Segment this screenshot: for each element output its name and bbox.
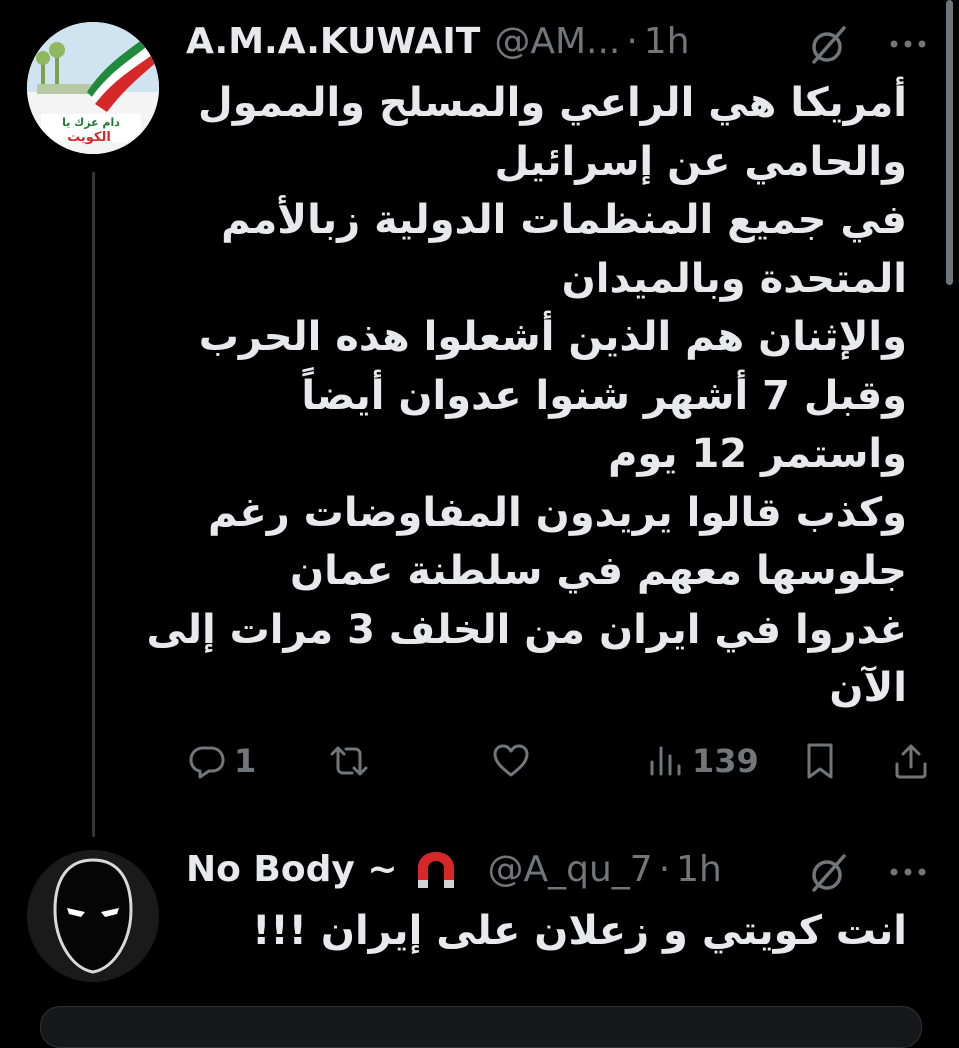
magnet-emoji-icon: [412, 848, 460, 892]
avatar[interactable]: [27, 850, 159, 982]
more-icon[interactable]: [886, 22, 930, 66]
reply-count: 1: [234, 742, 257, 780]
bookmark-icon: [807, 743, 833, 779]
svg-text:دام عزك يا: دام عزك يا: [62, 116, 120, 129]
bookmark-button[interactable]: [800, 736, 840, 786]
separator: ·: [626, 21, 638, 62]
tweet-line: المتحدة وبالميدان: [561, 255, 907, 302]
tweet-line: واستمر 12 يوم: [608, 431, 907, 477]
author-handle[interactable]: @A_qu_7: [488, 848, 653, 892]
thread-connector-line: [92, 172, 95, 837]
views-icon: [650, 746, 681, 776]
views-button[interactable]: 139: [646, 736, 759, 786]
share-button[interactable]: [890, 736, 932, 786]
reply-input-bar[interactable]: [40, 1006, 922, 1048]
separator: ·: [658, 849, 671, 890]
views-count: 139: [692, 742, 759, 780]
heart-icon: [493, 744, 529, 777]
tweet-header: No Body ~ @A_qu_7 · 1h: [186, 848, 722, 892]
share-icon: [895, 744, 927, 779]
tweet-actions: 1 139: [186, 736, 931, 786]
tweet-line: والإثنان هم الذين أشعلوا هذه الحرب: [198, 314, 907, 360]
author-name[interactable]: No Body ~: [186, 848, 398, 892]
scrollbar[interactable]: [946, 0, 953, 285]
avatar[interactable]: دام عزك يا الكويت: [27, 22, 159, 154]
avatar-kuwait-image: دام عزك يا الكويت: [27, 22, 159, 154]
more-icon[interactable]: [886, 850, 930, 894]
grok-icon[interactable]: [806, 22, 852, 68]
retweet-button[interactable]: [326, 736, 372, 786]
like-button[interactable]: [490, 736, 532, 786]
author-handle[interactable]: @AM...: [494, 20, 620, 64]
author-name[interactable]: A.M.A.KUWAIT: [186, 20, 480, 64]
tweet-line: أمريكا هي الراعي والمسلح والممول: [198, 80, 907, 126]
tweet-line: غدروا في ايران من الخلف 3 مرات إلى: [146, 606, 907, 653]
reply-button[interactable]: 1: [186, 736, 256, 786]
tweet-line: والحامي عن إسرائيل: [494, 138, 907, 185]
tweet-text: أمريكا هي الراعي والمسلح والممول والحامي…: [146, 74, 907, 718]
tweet-header: A.M.A.KUWAIT @AM... · 1h: [186, 20, 690, 64]
tweet-line: وكذب قالوا يريدون المفاوضات رغم: [208, 489, 907, 536]
timestamp[interactable]: 1h: [644, 20, 690, 64]
grok-icon[interactable]: [806, 850, 852, 896]
tweet-line: في جميع المنظمات الدولية زبالأمم: [221, 197, 907, 243]
tweet-line: الآن: [829, 665, 907, 711]
tweet-line: وقبل 7 أشهر شنوا عدوان أيضاً: [301, 372, 907, 419]
avatar-masked-figure-image: [27, 850, 159, 982]
timestamp[interactable]: 1h: [676, 848, 722, 892]
svg-text:الكويت: الكويت: [67, 130, 111, 145]
reply-icon: [189, 746, 225, 779]
tweet-line: جلوسها معهم في سلطنة عمان: [290, 548, 907, 594]
retweet-icon: [330, 746, 368, 776]
tweet-text: انت كويتي و زعلان على إيران !!!: [252, 908, 907, 954]
